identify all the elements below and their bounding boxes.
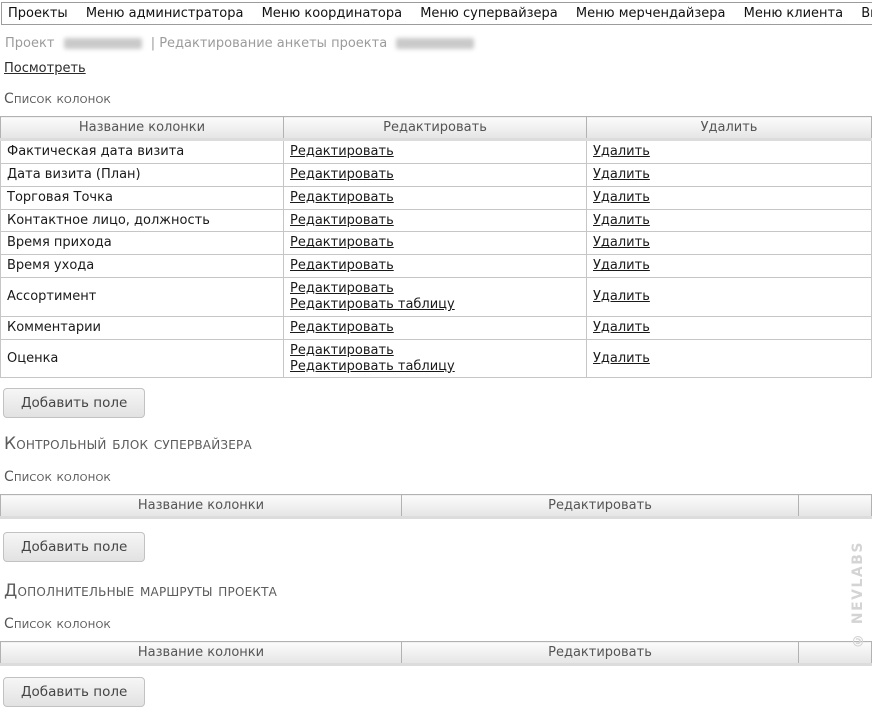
edit-link[interactable]: Редактировать	[290, 235, 394, 251]
column-name-cell: Фактическая дата визита	[1, 140, 284, 164]
column-name-cell: Торговая Точка	[1, 186, 284, 209]
edit-link[interactable]: Редактировать	[290, 320, 394, 336]
table-header-row: Название колонки Редактировать	[1, 642, 872, 665]
column-name-cell: Комментарии	[1, 316, 284, 339]
columns-list-subtitle: Список колонок	[4, 91, 872, 107]
table-row: Дата визита (План) Редактировать Удалить	[1, 163, 872, 186]
header-edit: Редактировать	[402, 495, 799, 518]
column-name-cell: Контактное лицо, должность	[1, 209, 284, 232]
delete-link[interactable]: Удалить	[593, 190, 650, 206]
delete-link[interactable]: Удалить	[593, 289, 650, 305]
delete-link[interactable]: Удалить	[593, 351, 650, 367]
table-row: Оценка Редактировать Редактировать табли…	[1, 339, 872, 378]
add-field-button[interactable]: Добавить поле	[3, 532, 145, 562]
redacted-project-name	[64, 38, 142, 49]
menu-item-supervisor[interactable]: Меню супервайзера	[420, 6, 558, 21]
delete-link[interactable]: Удалить	[593, 213, 650, 229]
menu-item-client[interactable]: Меню клиента	[744, 6, 843, 21]
view-link[interactable]: Посмотреть	[4, 61, 86, 76]
header-column-name: Название колонки	[1, 117, 284, 140]
delete-link[interactable]: Удалить	[593, 144, 650, 160]
delete-link[interactable]: Удалить	[593, 167, 650, 183]
table-row: Контактное лицо, должность Редактировать…	[1, 209, 872, 232]
breadcrumb-project-label: Проект	[5, 36, 54, 51]
table-row: Комментарии Редактировать Удалить	[1, 316, 872, 339]
header-column-name: Название колонки	[1, 642, 402, 665]
columns-list-subtitle: Список колонок	[4, 469, 872, 485]
column-name-cell: Дата визита (План)	[1, 163, 284, 186]
header-delete: Удалить	[587, 117, 872, 140]
menu-item-logout[interactable]: Выход	[861, 6, 872, 21]
supervisor-section-title: Контрольный блок супервайзера	[4, 434, 872, 454]
delete-link[interactable]: Удалить	[593, 258, 650, 274]
edit-link[interactable]: Редактировать	[290, 190, 394, 206]
delete-link[interactable]: Удалить	[593, 320, 650, 336]
nevlabs-watermark: © NEVLABS	[850, 538, 866, 648]
table-row: Фактическая дата визита Редактировать Уд…	[1, 140, 872, 164]
edit-table-link[interactable]: Редактировать таблицу	[290, 359, 580, 375]
table-row: Торговая Точка Редактировать Удалить	[1, 186, 872, 209]
table-header-row: Название колонки Редактировать	[1, 495, 872, 518]
add-field-button[interactable]: Добавить поле	[3, 388, 145, 418]
column-name-cell: Время ухода	[1, 255, 284, 278]
edit-link[interactable]: Редактировать	[290, 258, 394, 274]
delete-link[interactable]: Удалить	[593, 235, 650, 251]
edit-link[interactable]: Редактировать	[290, 281, 580, 297]
edit-link[interactable]: Редактировать	[290, 343, 580, 359]
header-extra	[799, 495, 872, 518]
menu-item-coordinator[interactable]: Меню координатора	[262, 6, 402, 21]
edit-link[interactable]: Редактировать	[290, 213, 394, 229]
table-row: Ассортимент Редактировать Редактировать …	[1, 278, 872, 317]
header-edit: Редактировать	[402, 642, 799, 665]
routes-columns-table: Название колонки Редактировать	[0, 641, 872, 666]
menu-item-projects[interactable]: Проекты	[8, 6, 68, 21]
column-name-cell: Ассортимент	[1, 278, 284, 317]
add-field-button[interactable]: Добавить поле	[3, 677, 145, 707]
edit-table-link[interactable]: Редактировать таблицу	[290, 297, 580, 313]
edit-link[interactable]: Редактировать	[290, 167, 394, 183]
redacted-project-name	[396, 38, 474, 49]
menu-item-merchandiser[interactable]: Меню мерчендайзера	[576, 6, 726, 21]
breadcrumb-separator: |	[151, 36, 155, 51]
breadcrumb-page-label: Редактирование анкеты проекта	[159, 36, 387, 51]
header-edit: Редактировать	[284, 117, 587, 140]
table-row: Время ухода Редактировать Удалить	[1, 255, 872, 278]
header-column-name: Название колонки	[1, 495, 402, 518]
columns-list-subtitle: Список колонок	[4, 616, 872, 632]
breadcrumb: Проект | Редактирование анкеты проекта	[5, 36, 872, 51]
table-row: Время прихода Редактировать Удалить	[1, 232, 872, 255]
column-name-cell: Время прихода	[1, 232, 284, 255]
routes-section-title: Дополнительные маршруты проекта	[4, 581, 872, 601]
main-columns-table: Название колонки Редактировать Удалить Ф…	[0, 116, 872, 378]
top-menu-bar: Проекты Меню администратора Меню координ…	[1, 2, 872, 25]
table-header-row: Название колонки Редактировать Удалить	[1, 117, 872, 140]
edit-link[interactable]: Редактировать	[290, 144, 394, 160]
menu-item-admin[interactable]: Меню администратора	[86, 6, 244, 21]
supervisor-columns-table: Название колонки Редактировать	[0, 494, 872, 519]
column-name-cell: Оценка	[1, 339, 284, 378]
